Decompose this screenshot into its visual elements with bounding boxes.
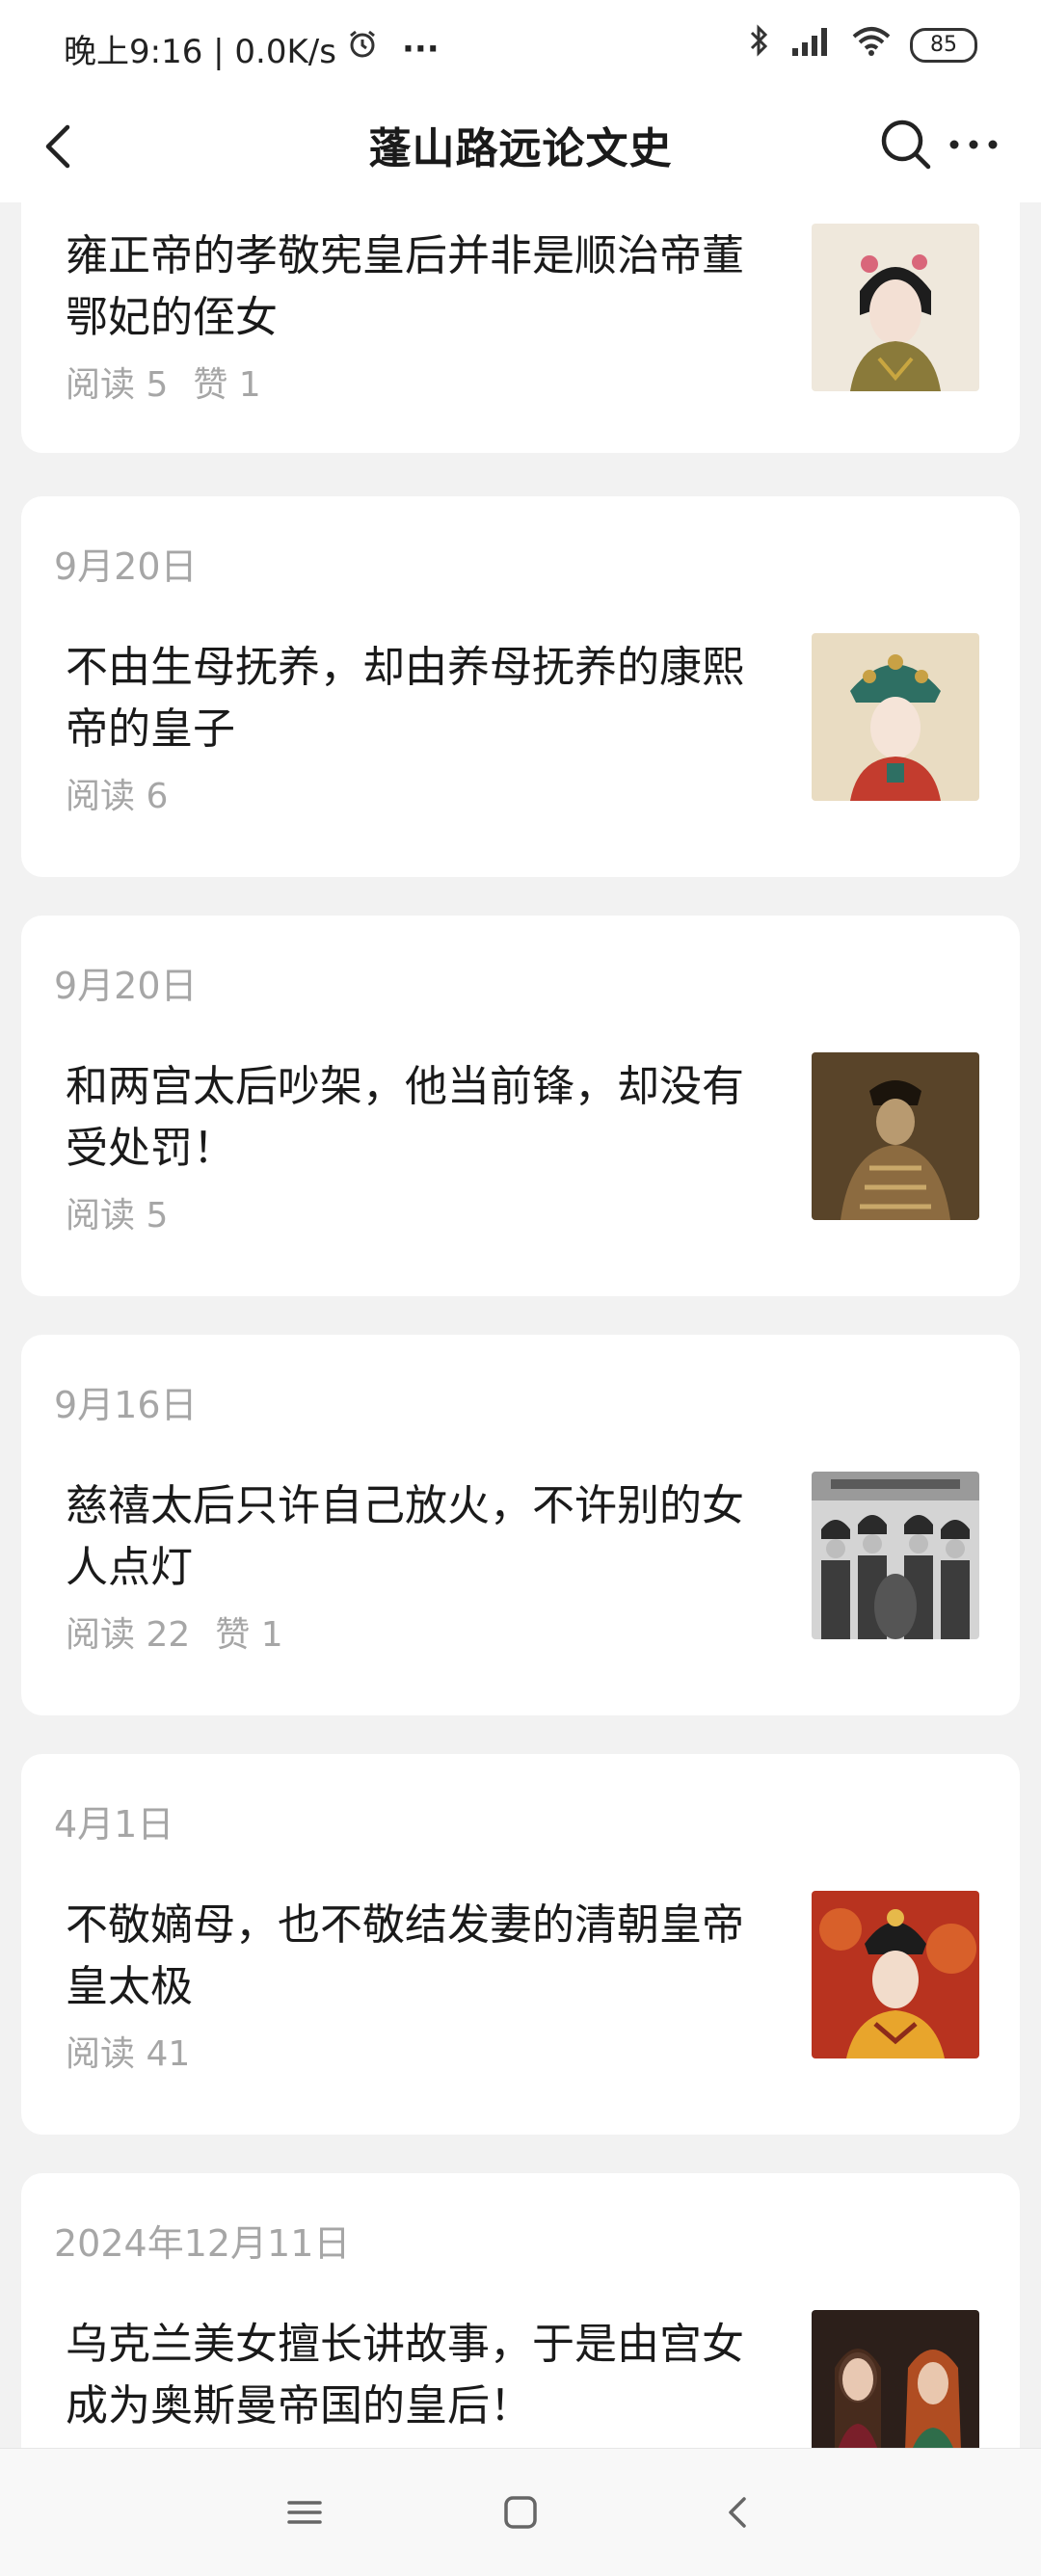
- read-count: 阅读 41: [66, 2034, 191, 2074]
- article-title-line: 乌克兰美女擅长讲故事，于是由宫女: [66, 2320, 744, 2369]
- article-title-line: 帝的皇子: [66, 704, 235, 754]
- article-thumbnail: [812, 1052, 979, 1220]
- article-title: 乌克兰美女擅长讲故事，于是由宫女 成为奥斯曼帝国的皇后！: [66, 2314, 798, 2437]
- article-card[interactable]: 9月16日 慈禧太后只许自己放火，不许别的女 人点灯 阅读 22 赞 1: [21, 1335, 1020, 1715]
- battery-indicator: 85: [910, 27, 977, 63]
- wifi-icon: [850, 23, 893, 66]
- read-count: 阅读 5: [66, 1196, 169, 1235]
- status-left: 晚上9:16 | 0.0K/s ···: [64, 25, 440, 72]
- article-card[interactable]: 4月1日 不敬嫡母，也不敬结发妻的清朝皇帝 皇太极 阅读 41: [21, 1754, 1020, 2135]
- article-thumbnail: [812, 224, 979, 391]
- status-more: ···: [401, 29, 440, 68]
- more-button[interactable]: [945, 116, 1002, 173]
- article-date: 9月20日: [54, 965, 198, 1007]
- like-count: 赞 1: [215, 1615, 283, 1655]
- search-icon: [881, 120, 931, 170]
- article-title-line: 不由生母抚养，却由养母抚养的康熙: [66, 643, 744, 692]
- article-title-line: 鄂妃的侄女: [66, 293, 278, 342]
- article-stats: 阅读 41: [66, 2026, 190, 2076]
- article-title-line: 皇太极: [66, 1962, 193, 2011]
- article-date: 9月16日: [54, 1384, 198, 1426]
- read-count: 阅读 22: [66, 1615, 191, 1655]
- article-card[interactable]: 雍正帝的孝敬宪皇后并非是顺治帝董 鄂妃的侄女 阅读 5 赞 1: [21, 202, 1020, 453]
- article-title: 不敬嫡母，也不敬结发妻的清朝皇帝 皇太极: [66, 1895, 798, 2018]
- nav-back-button[interactable]: [713, 2487, 763, 2537]
- signal-icon: [788, 23, 833, 66]
- read-count: 阅读 6: [66, 777, 169, 816]
- article-card[interactable]: 2024年12月11日 乌克兰美女擅长讲故事，于是由宫女 成为奥斯曼帝国的皇后！: [21, 2173, 1020, 2448]
- menu-icon: [287, 2501, 322, 2524]
- article-title-line: 慈禧太后只许自己放火，不许别的女: [66, 1481, 744, 1530]
- article-thumbnail: [812, 1891, 979, 2058]
- article-date: 9月20日: [54, 545, 198, 588]
- article-card[interactable]: 9月20日 和两宫太后吵架，他当前锋，却没有 受处罚！ 阅读 5: [21, 916, 1020, 1296]
- article-title-line: 人点灯: [66, 1543, 193, 1592]
- alarm-icon: [346, 28, 379, 69]
- article-date: 4月1日: [54, 1803, 174, 1846]
- article-thumbnail: [812, 2310, 979, 2448]
- more-horizontal-icon: [949, 140, 998, 149]
- article-title: 雍正帝的孝敬宪皇后并非是顺治帝董 鄂妃的侄女: [66, 226, 798, 349]
- article-stats: 阅读 5: [66, 1187, 168, 1237]
- article-thumbnail: [812, 633, 979, 801]
- status-right: 85: [748, 23, 977, 66]
- article-title-line: 成为奥斯曼帝国的皇后！: [66, 2381, 532, 2430]
- article-title-line: 不敬嫡母，也不敬结发妻的清朝皇帝: [66, 1900, 744, 1950]
- nav-menu-button[interactable]: [280, 2487, 330, 2537]
- search-button[interactable]: [877, 116, 935, 173]
- bluetooth-icon: [748, 23, 771, 66]
- article-stats: 阅读 6: [66, 768, 168, 818]
- nav-home-button[interactable]: [495, 2487, 546, 2537]
- status-bar: 晚上9:16 | 0.0K/s ··· 85: [0, 0, 1041, 96]
- system-nav-bar: [0, 2448, 1041, 2576]
- article-stats: 阅读 5 赞 1: [66, 357, 261, 407]
- article-feed: 雍正帝的孝敬宪皇后并非是顺治帝董 鄂妃的侄女 阅读 5 赞 1 9月20日 不由…: [0, 202, 1041, 2448]
- read-count: 阅读 5: [66, 365, 169, 405]
- status-time: 晚上9:16 | 0.0K/s: [64, 33, 336, 71]
- article-title-line: 和两宫太后吵架，他当前锋，却没有: [66, 1062, 744, 1111]
- article-title-line: 受处罚！: [66, 1124, 235, 1173]
- back-triangle-icon: [729, 2497, 746, 2528]
- top-nav-bar: 蓬山路远论文史: [0, 96, 1041, 202]
- article-title: 不由生母抚养，却由养母抚养的康熙 帝的皇子: [66, 637, 798, 760]
- article-title-line: 雍正帝的孝敬宪皇后并非是顺治帝董: [66, 231, 744, 280]
- article-thumbnail: [812, 1472, 979, 1639]
- home-square-icon: [504, 2496, 537, 2529]
- article-date: 2024年12月11日: [54, 2222, 351, 2265]
- article-title: 和两宫太后吵架，他当前锋，却没有 受处罚！: [66, 1056, 798, 1180]
- article-stats: 阅读 22 赞 1: [66, 1607, 283, 1657]
- article-title: 慈禧太后只许自己放火，不许别的女 人点灯: [66, 1475, 798, 1599]
- like-count: 赞 1: [193, 365, 261, 405]
- article-card[interactable]: 9月20日 不由生母抚养，却由养母抚养的康熙 帝的皇子 阅读 6: [21, 496, 1020, 877]
